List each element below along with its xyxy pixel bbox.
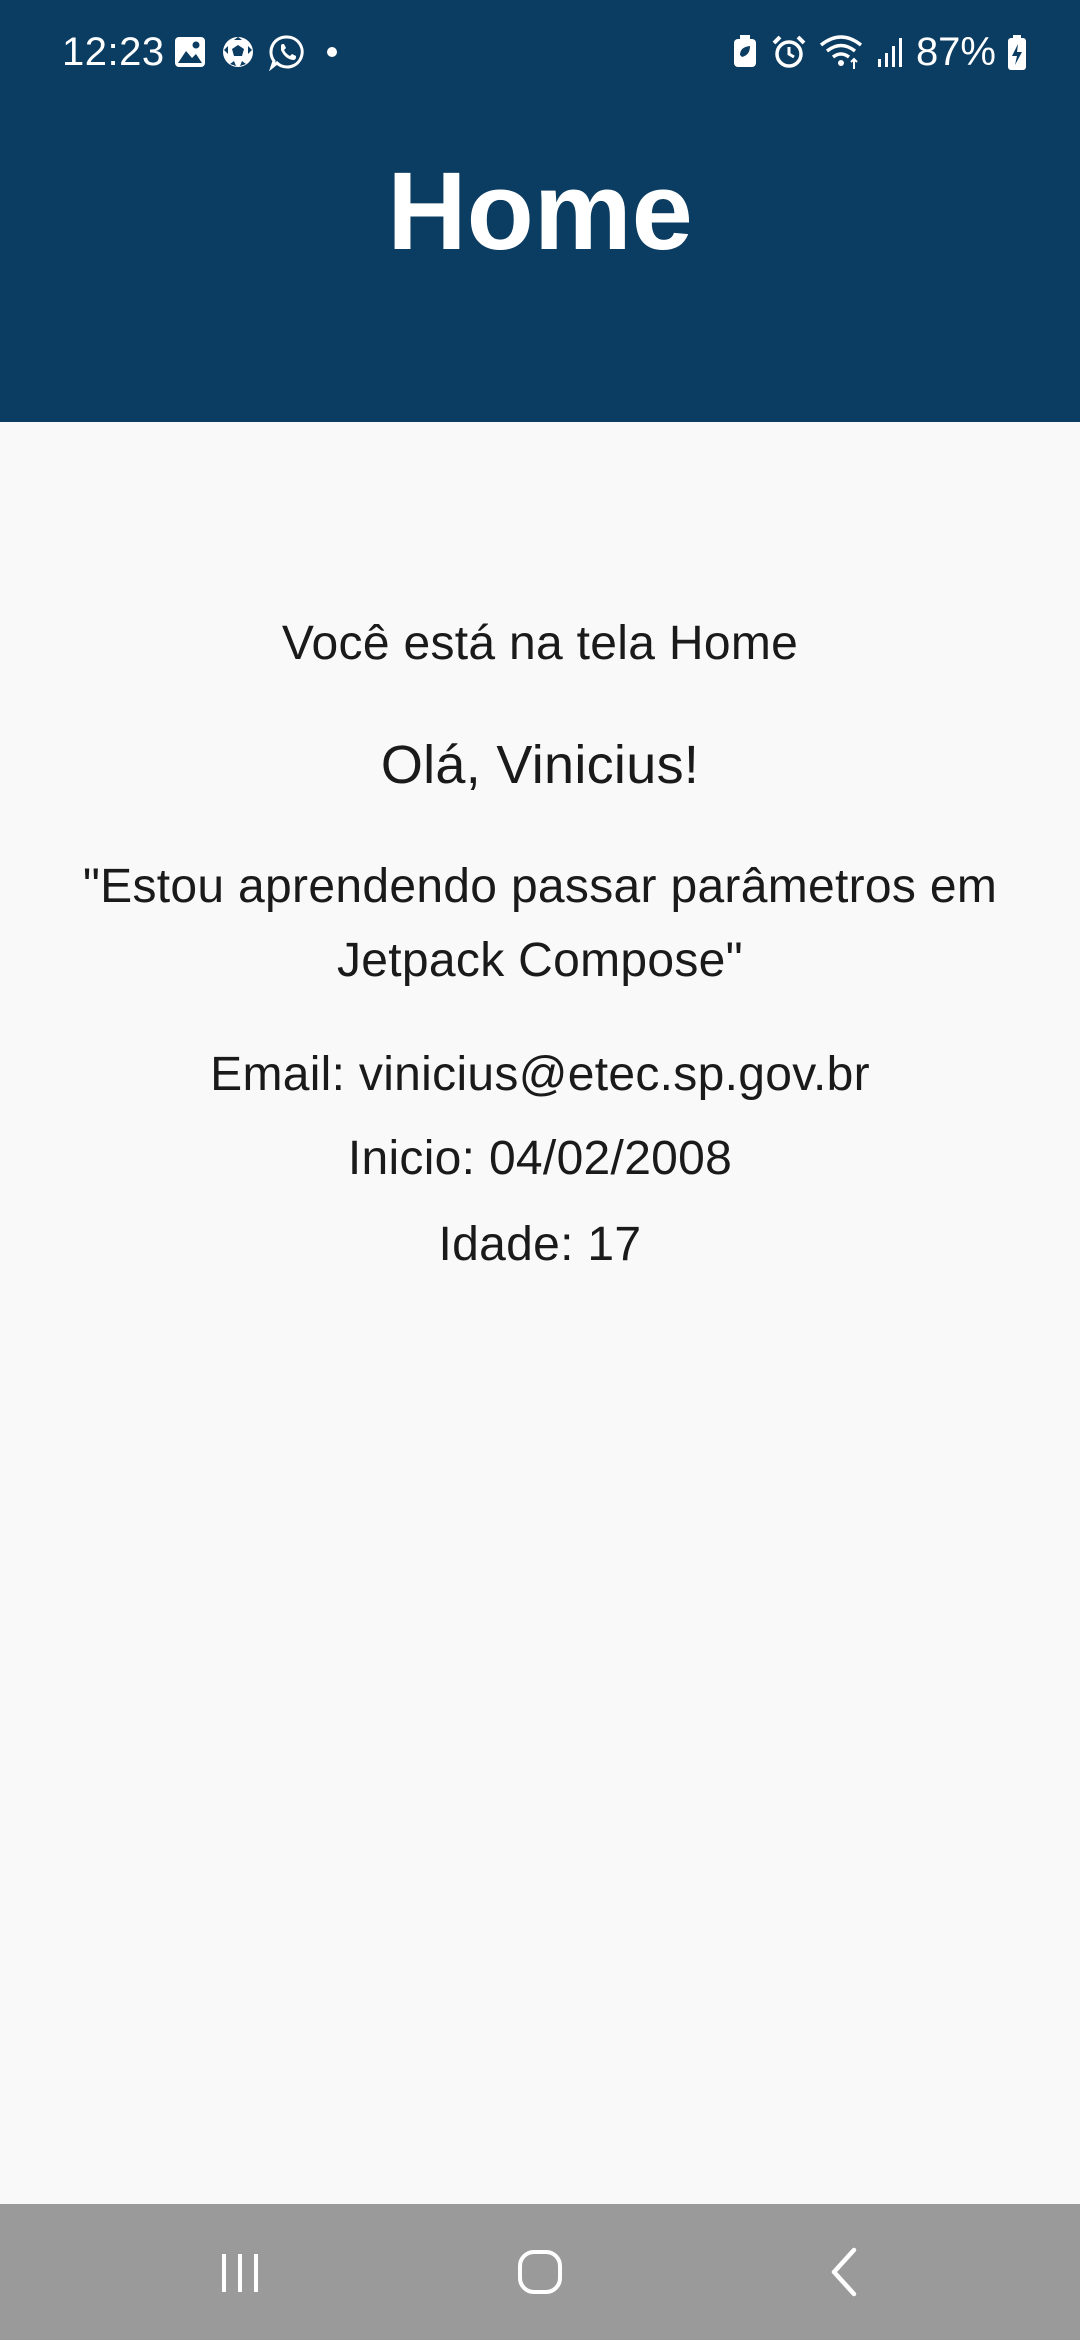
- email-text: Email: vinicius@etec.sp.gov.br: [210, 1048, 870, 1101]
- recents-icon: [216, 2248, 264, 2296]
- system-navigation-bar: [0, 2204, 1080, 2340]
- wifi-icon: [818, 33, 864, 71]
- battery-charging-icon: [1006, 32, 1028, 72]
- status-bar: 12:23 87%: [0, 0, 1080, 104]
- age-text: Idade: 17: [438, 1218, 642, 1271]
- whatsapp-icon: [268, 33, 306, 71]
- signal-icon: [874, 33, 906, 71]
- app-header: 12:23 87% Home: [0, 0, 1080, 422]
- alarm-icon: [770, 33, 808, 71]
- quote-text: "Estou aprendendo passar parâmetros em J…: [82, 860, 998, 987]
- battery-percentage: 87%: [915, 30, 996, 74]
- system-status-icons: 87%: [730, 26, 1028, 78]
- back-icon: [820, 2246, 868, 2298]
- start-date-text: Inicio: 04/02/2008: [347, 1132, 733, 1185]
- home-content: Você está na tela Home Olá, Vinicius! "E…: [0, 422, 1080, 2204]
- battery-saver-icon: [730, 33, 760, 71]
- back-button[interactable]: [764, 2204, 924, 2340]
- greeting-text: Olá, Vinicius!: [380, 735, 700, 795]
- soccer-ball-icon: [220, 34, 256, 70]
- gallery-icon: [172, 34, 208, 70]
- status-time: 12:23: [62, 30, 165, 74]
- page-title: Home: [387, 150, 693, 273]
- screen-label: Você está na tela Home: [281, 617, 799, 670]
- notification-icons: [172, 32, 346, 72]
- home-button[interactable]: [460, 2204, 620, 2340]
- home-icon: [515, 2247, 565, 2297]
- dot-icon: [318, 34, 346, 70]
- recents-button[interactable]: [160, 2204, 320, 2340]
